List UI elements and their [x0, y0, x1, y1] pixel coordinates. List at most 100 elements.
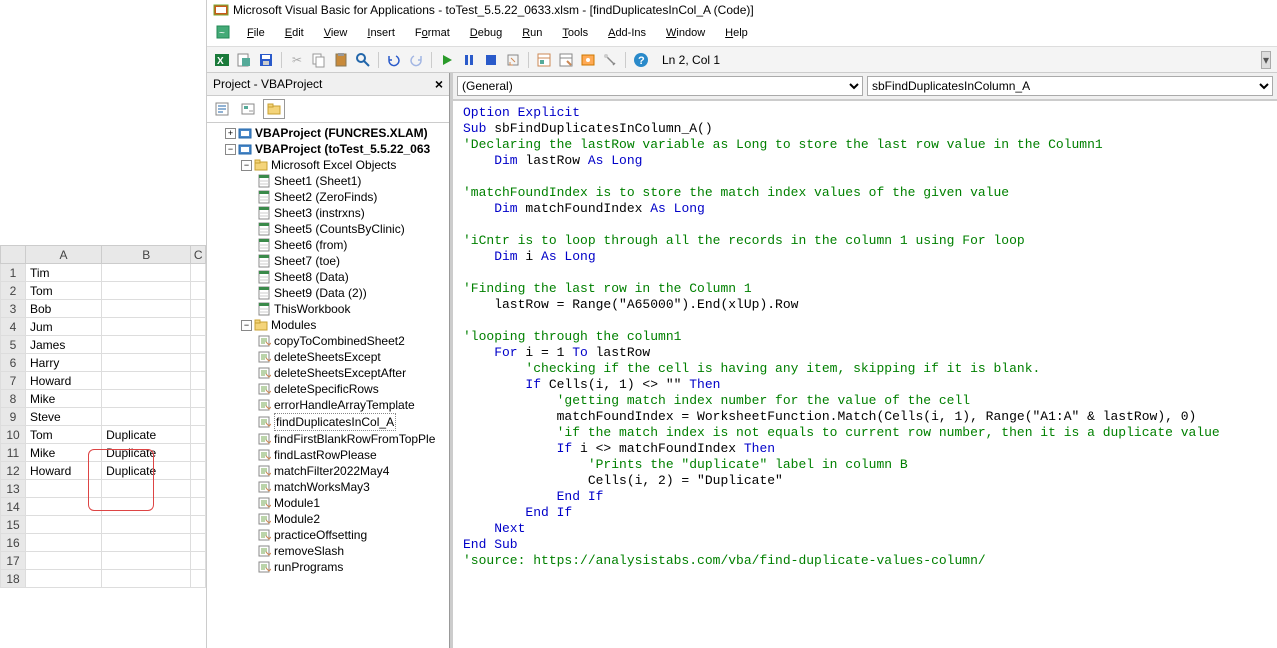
- col-header[interactable]: C: [191, 246, 206, 264]
- row-header[interactable]: 4: [1, 318, 26, 336]
- tree-node[interactable]: removeSlash: [211, 543, 445, 559]
- tree-node[interactable]: Sheet2 (ZeroFinds): [211, 189, 445, 205]
- cell[interactable]: [191, 480, 206, 498]
- copy-icon[interactable]: [310, 51, 328, 69]
- expand-icon[interactable]: −: [241, 160, 252, 171]
- tree-node[interactable]: Sheet6 (from): [211, 237, 445, 253]
- procedure-dropdown[interactable]: sbFindDuplicatesInColumn_A: [867, 76, 1273, 96]
- code-editor[interactable]: Option Explicit Sub sbFindDuplicatesInCo…: [453, 100, 1277, 648]
- cell[interactable]: [102, 570, 191, 588]
- row-header[interactable]: 2: [1, 282, 26, 300]
- cell[interactable]: [191, 354, 206, 372]
- cell[interactable]: [191, 264, 206, 282]
- cell[interactable]: Duplicate: [102, 444, 191, 462]
- menu-view[interactable]: View: [316, 24, 356, 42]
- cell[interactable]: Steve: [26, 408, 102, 426]
- cell[interactable]: [26, 480, 102, 498]
- tree-node[interactable]: copyToCombinedSheet2: [211, 333, 445, 349]
- cut-icon[interactable]: ✂: [288, 51, 306, 69]
- row-header[interactable]: 7: [1, 372, 26, 390]
- tree-node[interactable]: Sheet8 (Data): [211, 269, 445, 285]
- cell[interactable]: [26, 498, 102, 516]
- cell[interactable]: Duplicate: [102, 462, 191, 480]
- row-header[interactable]: 14: [1, 498, 26, 516]
- run-icon[interactable]: [438, 51, 456, 69]
- view-excel-icon[interactable]: X: [213, 51, 231, 69]
- col-header[interactable]: [1, 246, 26, 264]
- view-object-button[interactable]: [237, 99, 259, 119]
- tree-node[interactable]: Sheet1 (Sheet1): [211, 173, 445, 189]
- expand-icon[interactable]: −: [225, 144, 236, 155]
- cell[interactable]: [102, 372, 191, 390]
- redo-icon[interactable]: [407, 51, 425, 69]
- cell[interactable]: [191, 534, 206, 552]
- tree-node[interactable]: ThisWorkbook: [211, 301, 445, 317]
- toolbox-icon[interactable]: [601, 51, 619, 69]
- row-header[interactable]: 3: [1, 300, 26, 318]
- toggle-folders-button[interactable]: [263, 99, 285, 119]
- row-header[interactable]: 11: [1, 444, 26, 462]
- tree-node[interactable]: −Modules: [211, 317, 445, 333]
- row-header[interactable]: 6: [1, 354, 26, 372]
- cell[interactable]: [26, 570, 102, 588]
- cell[interactable]: Howard: [26, 372, 102, 390]
- cell[interactable]: [102, 498, 191, 516]
- find-icon[interactable]: [354, 51, 372, 69]
- cell[interactable]: [191, 408, 206, 426]
- cell[interactable]: Jum: [26, 318, 102, 336]
- cell[interactable]: Mike: [26, 444, 102, 462]
- tree-node[interactable]: Sheet3 (instrxns): [211, 205, 445, 221]
- excel-grid[interactable]: ABC 1Tim2Tom3Bob4Jum5James6Harry7Howard8…: [0, 245, 206, 588]
- tree-node[interactable]: matchFilter2022May4: [211, 463, 445, 479]
- cell[interactable]: [26, 516, 102, 534]
- view-code-button[interactable]: [211, 99, 233, 119]
- tree-node[interactable]: deleteSheetsExceptAfter: [211, 365, 445, 381]
- tree-node[interactable]: Module1: [211, 495, 445, 511]
- tree-node[interactable]: Sheet9 (Data (2)): [211, 285, 445, 301]
- col-header[interactable]: A: [26, 246, 102, 264]
- cell[interactable]: [26, 534, 102, 552]
- menu-run[interactable]: Run: [514, 24, 550, 42]
- cell[interactable]: [102, 516, 191, 534]
- tree-node[interactable]: matchWorksMay3: [211, 479, 445, 495]
- cell[interactable]: [191, 570, 206, 588]
- system-menu-icon[interactable]: ~: [215, 24, 235, 42]
- row-header[interactable]: 17: [1, 552, 26, 570]
- cell[interactable]: [191, 336, 206, 354]
- tree-node[interactable]: findDuplicatesInCol_A: [211, 413, 445, 431]
- cell[interactable]: [26, 552, 102, 570]
- cell[interactable]: Bob: [26, 300, 102, 318]
- close-icon[interactable]: ×: [435, 76, 443, 92]
- standard-toolbar[interactable]: X ✂ ? Ln 2, Col 1 ▾: [207, 47, 1277, 73]
- project-explorer-panel[interactable]: Project - VBAProject × +VBAProject (FUNC…: [207, 73, 450, 648]
- cell[interactable]: [102, 534, 191, 552]
- menu-debug[interactable]: Debug: [462, 24, 510, 42]
- cell[interactable]: [102, 480, 191, 498]
- tree-node[interactable]: errorHandleArrayTemplate: [211, 397, 445, 413]
- menu-help[interactable]: Help: [717, 24, 756, 42]
- menu-insert[interactable]: Insert: [359, 24, 403, 42]
- cell[interactable]: [102, 390, 191, 408]
- row-header[interactable]: 12: [1, 462, 26, 480]
- cell[interactable]: Tom: [26, 282, 102, 300]
- row-header[interactable]: 5: [1, 336, 26, 354]
- row-header[interactable]: 15: [1, 516, 26, 534]
- tree-node[interactable]: findLastRowPlease: [211, 447, 445, 463]
- expand-icon[interactable]: +: [225, 128, 236, 139]
- cell[interactable]: [191, 516, 206, 534]
- object-dropdown[interactable]: (General): [457, 76, 863, 96]
- tree-node[interactable]: +VBAProject (FUNCRES.XLAM): [211, 125, 445, 141]
- project-explorer-icon[interactable]: [535, 51, 553, 69]
- menubar[interactable]: ~ File Edit View Insert Format Debug Run…: [207, 20, 1277, 47]
- row-header[interactable]: 13: [1, 480, 26, 498]
- project-tree[interactable]: +VBAProject (FUNCRES.XLAM)−VBAProject (t…: [207, 123, 449, 648]
- cell[interactable]: [191, 372, 206, 390]
- cell[interactable]: [191, 300, 206, 318]
- menu-edit[interactable]: Edit: [277, 24, 312, 42]
- object-browser-icon[interactable]: [579, 51, 597, 69]
- cell[interactable]: Duplicate: [102, 426, 191, 444]
- cell[interactable]: [191, 390, 206, 408]
- undo-icon[interactable]: [385, 51, 403, 69]
- menu-addins[interactable]: Add-Ins: [600, 24, 654, 42]
- cell[interactable]: [191, 552, 206, 570]
